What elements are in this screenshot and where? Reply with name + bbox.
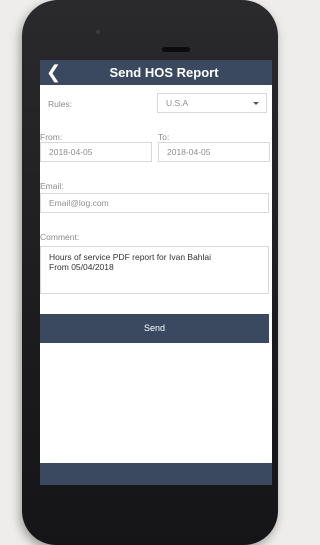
comment-label: Comment: — [40, 232, 80, 242]
email-label: Email: — [40, 181, 64, 191]
send-button[interactable]: Send — [40, 314, 269, 343]
to-label: To: — [158, 132, 170, 142]
earpiece-speaker — [162, 47, 190, 52]
screen: ❮ Send HOS Report Rules: U.S.A From: 201… — [40, 60, 272, 485]
rules-value: U.S.A — [166, 98, 189, 108]
to-date-field[interactable]: 2018-04-05 — [158, 142, 270, 162]
rules-label: Rules: — [48, 99, 73, 109]
from-date-field[interactable]: 2018-04-05 — [40, 142, 152, 162]
chevron-down-icon — [253, 102, 259, 105]
page-title: Send HOS Report — [109, 65, 219, 80]
front-camera — [96, 30, 100, 34]
bottom-bar — [40, 463, 272, 485]
app-bar: ❮ Send HOS Report — [40, 60, 272, 85]
from-label: From: — [40, 132, 63, 142]
rules-select[interactable]: U.S.A — [157, 93, 267, 113]
comment-textarea[interactable]: Hours of service PDF report for Ivan Bah… — [40, 246, 269, 294]
email-field[interactable]: Email@log.com — [40, 193, 269, 213]
